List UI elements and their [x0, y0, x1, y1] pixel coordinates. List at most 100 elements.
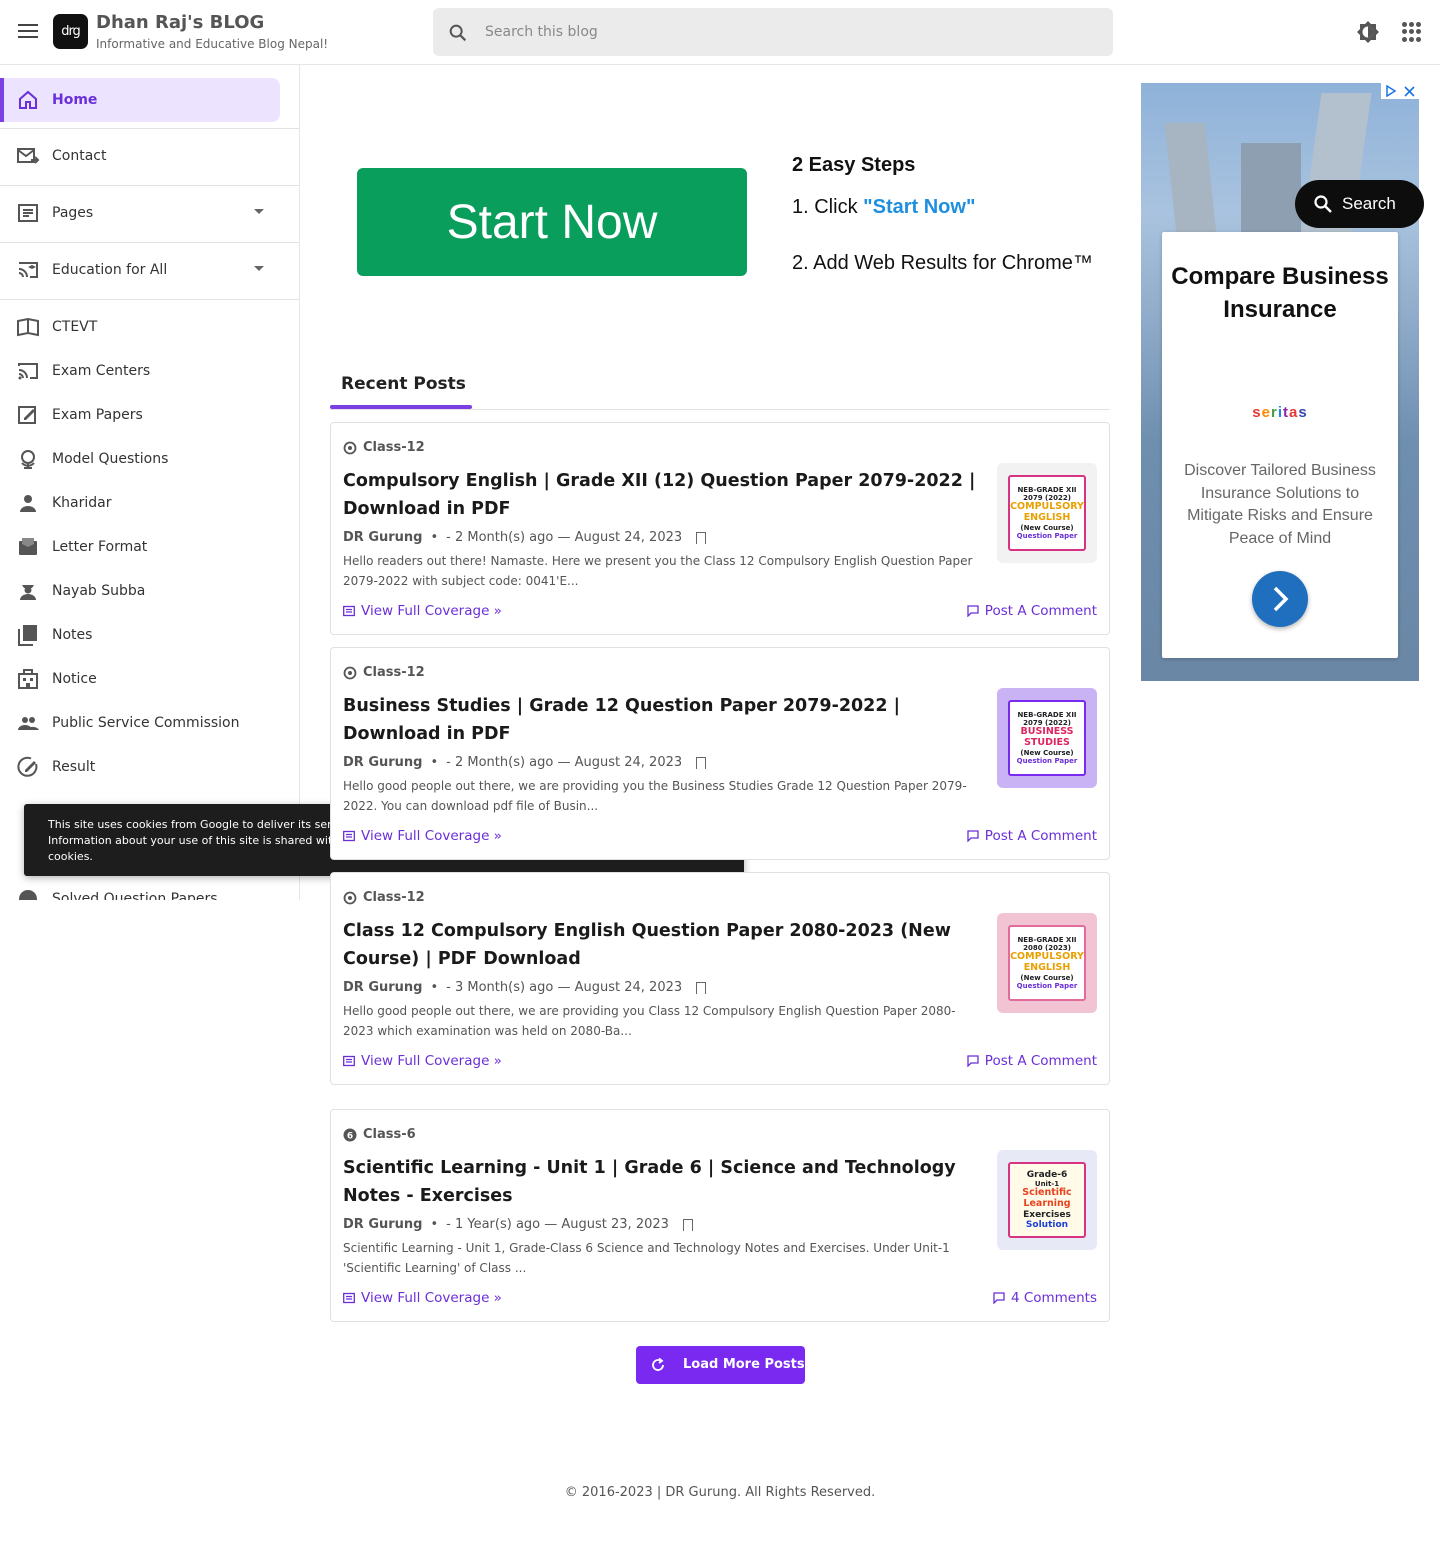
view-full-coverage-link[interactable]: View Full Coverage » [343, 603, 502, 619]
bookmark-icon[interactable] [696, 756, 707, 769]
view-full-coverage-link[interactable]: View Full Coverage » [343, 828, 502, 844]
ad-brand-logo[interactable]: seritas [1162, 404, 1398, 421]
comment-icon [967, 1055, 979, 1067]
post-thumbnail[interactable]: Grade-6 Unit-1 Scientific Learning Exerc… [997, 1150, 1097, 1250]
ad-headline[interactable]: Compare Business Insurance [1162, 260, 1398, 326]
step-one-prefix: 1. Click [792, 196, 864, 218]
thumb-sub: (New Course) [1020, 523, 1074, 532]
post-thumbnail[interactable]: NEB-GRADE XII 2079 (2022) COMPULSORY ENG… [997, 463, 1097, 563]
ad-arrow-button[interactable] [1252, 571, 1308, 627]
sidebar-item-notes[interactable]: Notes [0, 613, 299, 657]
post-category[interactable]: Class-12 [343, 665, 425, 680]
sidebar-item-public-service-commission[interactable]: Public Service Commission [0, 701, 299, 745]
post-title[interactable]: Scientific Learning - Unit 1 | Grade 6 |… [343, 1154, 983, 1210]
brightness-icon[interactable] [1356, 20, 1380, 44]
post-author[interactable]: DR Gurung [343, 1217, 422, 1232]
ad-description: Discover Tailored Business Insurance Sol… [1184, 462, 1376, 547]
post-category[interactable]: Class-12 [343, 890, 425, 905]
pages-icon [18, 204, 38, 222]
ad-search-button[interactable]: Search [1295, 180, 1424, 228]
sidebar-item-letter-format[interactable]: Letter Format [0, 525, 299, 569]
post-title[interactable]: Business Studies | Grade 12 Question Pap… [343, 692, 983, 748]
post-author[interactable]: DR Gurung [343, 755, 422, 770]
post-thumbnail[interactable]: NEB-GRADE XII 2079 (2022) BUSINESS STUDI… [997, 688, 1097, 788]
post-comment-link[interactable]: Post A Comment [967, 1053, 1097, 1069]
edit-note-icon [18, 406, 36, 424]
category-icon [343, 441, 357, 454]
sidebar-item-pages[interactable]: Pages [0, 191, 299, 235]
post-comment-link[interactable]: 4 Comments [993, 1290, 1097, 1306]
sidebar-item-exam-papers[interactable]: Exam Papers [0, 393, 299, 437]
article-icon [343, 605, 355, 617]
site-title[interactable]: Dhan Raj's BLOG [96, 12, 264, 33]
menu-icon[interactable] [16, 20, 40, 44]
sidebar-item-label: Exam Centers [52, 363, 151, 379]
sidebar-item-notice[interactable]: Notice [0, 657, 299, 701]
view-full-coverage-link[interactable]: View Full Coverage » [343, 1053, 502, 1069]
sidebar-item-exam-centers[interactable]: Exam Centers [0, 349, 299, 393]
site-logo[interactable]: drg [53, 14, 88, 49]
bookmark-icon[interactable] [682, 1218, 693, 1231]
letter-icon [19, 538, 37, 555]
sidebar-item-model-questions[interactable]: Model Questions [0, 437, 299, 481]
post-title[interactable]: Compulsory English | Grade XII (12) Ques… [343, 467, 983, 523]
sidebar-item-ctevt[interactable]: CTEVT [0, 305, 299, 349]
thumbnail-paper: NEB-GRADE XII 2080 (2023) COMPULSORY ENG… [1008, 925, 1086, 1001]
sidebar-item-education-for-all[interactable]: Education for All [0, 248, 299, 292]
advertisement[interactable]: Compare Business Insurance seritas Disco… [1141, 83, 1419, 681]
sidebar-item-nayab-subba[interactable]: Nayab Subba [0, 569, 299, 613]
load-more-button[interactable]: Load More Posts [636, 1346, 805, 1384]
sidebar-item-label: Kharidar [52, 495, 112, 511]
chevron-down-icon[interactable] [254, 266, 264, 271]
edit-circle-icon [17, 756, 38, 777]
tab-recent-posts[interactable]: Recent Posts [341, 374, 466, 394]
post-thumbnail[interactable]: NEB-GRADE XII 2080 (2023) COMPULSORY ENG… [997, 913, 1097, 1013]
post-category-label: Class-12 [363, 890, 425, 905]
sidebar-item-home[interactable]: Home [0, 78, 280, 122]
post-meta: DR Gurung • - 1 Year(s) ago — August 23,… [343, 1217, 693, 1232]
view-full-coverage-label: View Full Coverage » [361, 603, 502, 619]
search-icon[interactable] [447, 22, 469, 44]
post-title[interactable]: Class 12 Compulsory English Question Pap… [343, 917, 983, 973]
thumb-sub: (New Course) [1020, 973, 1074, 982]
search-input[interactable] [485, 20, 1085, 44]
sidebar-item-contact[interactable]: Contact [0, 134, 299, 178]
comment-icon [967, 830, 979, 842]
sidebar-item-label: Exam Papers [52, 407, 143, 423]
book-open-icon [17, 317, 39, 337]
view-full-coverage-link[interactable]: View Full Coverage » [343, 1290, 502, 1306]
article-icon [343, 1055, 355, 1067]
close-icon[interactable] [1404, 85, 1415, 97]
building-icon [18, 669, 38, 689]
search-box[interactable] [433, 8, 1113, 56]
category-icon [343, 666, 357, 679]
comment-icon [967, 605, 979, 617]
post-category[interactable]: Class-12 [343, 440, 425, 455]
post-author[interactable]: DR Gurung [343, 980, 422, 995]
post-author[interactable]: DR Gurung [343, 530, 422, 545]
ad-card[interactable]: Compare Business Insurance seritas Disco… [1162, 232, 1398, 658]
apps-grid-icon[interactable] [1402, 22, 1422, 42]
view-full-coverage-label: View Full Coverage » [361, 1053, 502, 1069]
sidebar-item-kharidar[interactable]: Kharidar [0, 481, 299, 525]
bookmark-icon[interactable] [696, 981, 707, 994]
post-category[interactable]: 6 Class-6 [343, 1127, 416, 1142]
thumb-sub: Exercises [1023, 1209, 1071, 1220]
start-now-button[interactable]: Start Now [357, 168, 747, 276]
bookmark-icon[interactable] [696, 531, 707, 544]
post-comment-label: Post A Comment [984, 828, 1097, 844]
officer-icon [20, 585, 36, 600]
chevron-down-icon[interactable] [254, 209, 264, 214]
post-comment-link[interactable]: Post A Comment [967, 828, 1097, 844]
comment-icon [993, 1292, 1005, 1304]
ad-choices-badge[interactable] [1381, 83, 1419, 99]
sidebar-item-label: Education for All [52, 262, 168, 278]
sidebar-item-result[interactable]: Result [0, 745, 299, 789]
post-comment-link[interactable]: Post A Comment [967, 603, 1097, 619]
post-meta: DR Gurung • - 3 Month(s) ago — August 24… [343, 980, 707, 995]
sidebar-item-solved-question-papers[interactable]: Solved Question Papers [0, 877, 299, 900]
step-one-link[interactable]: "Start Now" [863, 196, 975, 218]
post-comment-label: Post A Comment [984, 1053, 1097, 1069]
view-full-coverage-label: View Full Coverage » [361, 828, 502, 844]
ad-choices-icon[interactable] [1385, 85, 1397, 97]
